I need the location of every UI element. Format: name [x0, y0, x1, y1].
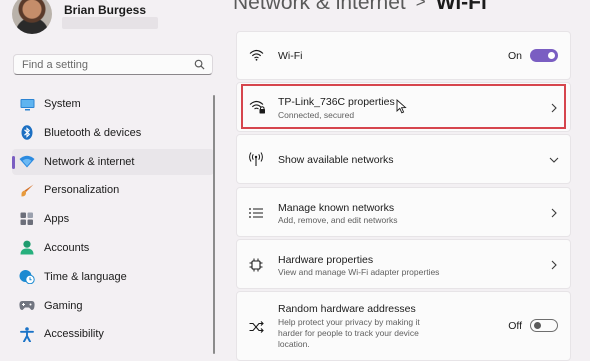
- wifi-state-label: On: [507, 50, 522, 62]
- bluetooth-icon: [19, 125, 35, 141]
- sidebar-item-label: Network & internet: [44, 155, 135, 168]
- sidebar-item-label: Accounts: [44, 241, 90, 254]
- sidebar-item-label: Gaming: [44, 299, 83, 312]
- list-icon: [249, 208, 263, 218]
- gamepad-icon: [19, 298, 35, 314]
- chevron-down-icon: [549, 157, 559, 163]
- sidebar-item-label: Apps: [44, 213, 70, 226]
- sidebar-item-label: System: [44, 98, 81, 110]
- wifi-toggle[interactable]: [530, 49, 558, 62]
- show-available-networks-card[interactable]: Show available networks: [236, 134, 571, 184]
- page-title: Network & internet > Wi-Fi: [233, 0, 487, 15]
- shuffle-icon: [249, 321, 264, 333]
- user-avatar[interactable]: [12, 0, 52, 34]
- show-available-networks-label: Show available networks: [278, 154, 394, 166]
- sidebar-item-system[interactable]: System: [12, 91, 214, 117]
- random-hardware-addresses-desc: Help protect your privacy by making it h…: [278, 317, 420, 349]
- antenna-icon: [249, 152, 263, 166]
- hardware-properties-desc: View and manage Wi-Fi adapter properties: [278, 267, 440, 277]
- sidebar-item-label: Bluetooth & devices: [44, 126, 142, 139]
- user-name: Brian Burgess: [64, 3, 147, 17]
- sidebar-item-time-language[interactable]: Time & language: [12, 264, 214, 290]
- sidebar-item-label: Time & language: [44, 270, 127, 283]
- manage-known-networks-label: Manage known networks: [278, 202, 395, 214]
- random-hardware-state-label: Off: [508, 320, 522, 332]
- sidebar-scrollbar[interactable]: [213, 95, 215, 354]
- person-icon: [19, 240, 35, 256]
- chevron-right-icon: [551, 208, 557, 218]
- manage-known-networks-card[interactable]: Manage known networks Add, remove, and e…: [236, 187, 571, 237]
- random-hardware-addresses-card: Random hardware addresses Help protect y…: [236, 291, 571, 361]
- accessibility-icon: [19, 326, 35, 342]
- mouse-cursor-icon: [396, 99, 407, 114]
- sidebar-item-gaming[interactable]: Gaming: [12, 293, 214, 319]
- sidebar-item-label: Personalization: [44, 184, 120, 197]
- wifi-toggle-card: Wi-Fi On: [236, 31, 571, 80]
- wifi-icon: [249, 49, 264, 61]
- random-hardware-toggle[interactable]: [530, 319, 558, 332]
- wifi-label: Wi-Fi: [278, 50, 303, 62]
- sidebar-item-accessibility[interactable]: Accessibility: [12, 321, 214, 347]
- search-icon: [194, 59, 205, 70]
- search-placeholder: Find a setting: [22, 59, 89, 71]
- apps-icon: [19, 211, 35, 227]
- search-input[interactable]: Find a setting: [13, 54, 213, 75]
- sidebar-item-apps[interactable]: Apps: [12, 206, 214, 232]
- sidebar-item-accounts[interactable]: Accounts: [12, 235, 214, 261]
- random-hardware-addresses-label: Random hardware addresses: [278, 303, 416, 315]
- paintbrush-icon: [19, 182, 35, 198]
- sidebar-item-label: Accessibility: [44, 328, 104, 341]
- breadcrumb-separator: >: [415, 0, 426, 11]
- sidebar-item-personalization[interactable]: Personalization: [12, 177, 214, 203]
- hardware-properties-card[interactable]: Hardware properties View and manage Wi-F…: [236, 239, 571, 289]
- selection-indicator: [12, 155, 15, 169]
- chevron-right-icon: [551, 260, 557, 270]
- hardware-properties-label: Hardware properties: [278, 254, 374, 266]
- breadcrumb-parent[interactable]: Network & internet: [233, 0, 406, 14]
- wifi-icon: [19, 154, 35, 170]
- monitor-icon: [19, 96, 35, 112]
- chip-icon: [249, 258, 263, 272]
- sidebar-item-bluetooth[interactable]: Bluetooth & devices: [12, 120, 214, 146]
- globe-clock-icon: [19, 269, 35, 285]
- sidebar-item-network[interactable]: Network & internet: [12, 148, 214, 175]
- breadcrumb-current: Wi-Fi: [435, 0, 487, 14]
- manage-known-networks-desc: Add, remove, and edit networks: [278, 215, 398, 225]
- user-email-redacted: [62, 17, 158, 29]
- sidebar-nav: System Bluetooth & devices Network & int…: [12, 91, 214, 350]
